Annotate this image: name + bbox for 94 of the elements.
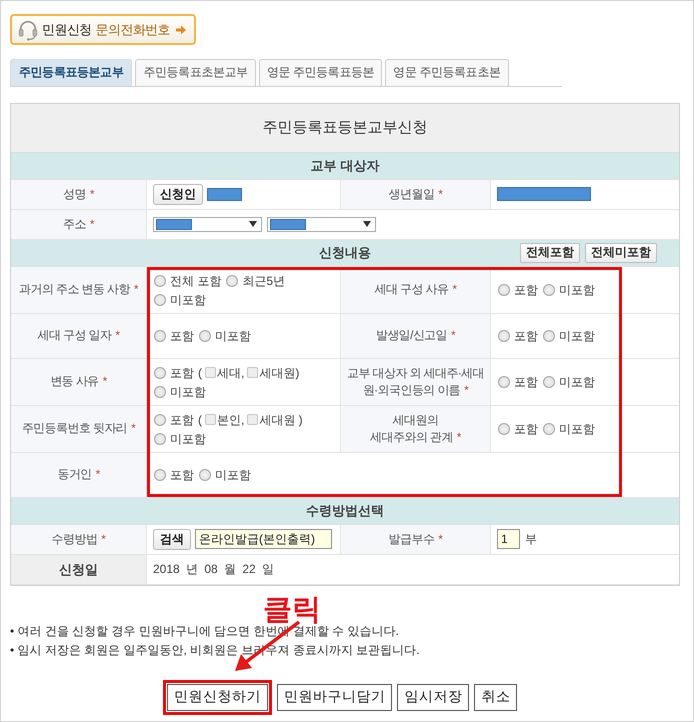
- field-label: 수령방법 *: [52, 530, 106, 548]
- radio-button[interactable]: [498, 423, 510, 435]
- radio-option[interactable]: 포함: [154, 364, 194, 382]
- field-label: 세대원의 세대주와의 관계 *: [370, 412, 461, 446]
- checkbox-option[interactable]: 세대,: [205, 364, 244, 382]
- field-label: 과거의 주소 변동 사항 *: [19, 281, 138, 298]
- action-button[interactable]: 취소: [474, 684, 518, 710]
- radio-option[interactable]: 포함: [154, 327, 194, 345]
- checkbox[interactable]: [247, 414, 258, 425]
- field-label: 신청일: [59, 560, 98, 578]
- radio-button[interactable]: [199, 330, 211, 342]
- radio-button[interactable]: [543, 376, 555, 388]
- radio-option[interactable]: 미포함: [199, 466, 251, 484]
- radio-button[interactable]: [154, 330, 166, 342]
- bracket-text: (: [198, 412, 202, 428]
- tab[interactable]: 영문 주민등록표등본: [258, 58, 382, 86]
- dropdown[interactable]: [267, 216, 376, 232]
- dropdown[interactable]: [153, 216, 262, 232]
- field-label: 변동 사유 *: [50, 373, 107, 390]
- section-title: 신청내용: [319, 244, 371, 262]
- search-button[interactable]: 검색: [153, 528, 191, 550]
- action-button[interactable]: 임시저장: [397, 684, 470, 710]
- copies-field[interactable]: 1: [497, 529, 520, 549]
- tab[interactable]: 주민등록표초본교부: [135, 58, 256, 86]
- radio-option[interactable]: 포함: [154, 466, 194, 484]
- arrow-right-icon: [176, 24, 186, 34]
- field-label: 교부 대상자 외 세대주·세대 원·외국인등의 이름 *: [347, 364, 484, 398]
- bracket-text: (: [198, 364, 202, 382]
- radio-option[interactable]: 미포함: [543, 373, 595, 391]
- field-label: 성명 *: [63, 186, 94, 202]
- radio-button[interactable]: [199, 469, 211, 481]
- radio-button[interactable]: [154, 469, 166, 481]
- checkbox[interactable]: [247, 367, 258, 378]
- field-label: 주소 *: [63, 216, 94, 232]
- unit-text: 부: [525, 530, 537, 548]
- radio-button[interactable]: [543, 330, 555, 342]
- method-field[interactable]: 온라인발급(본인출력): [195, 529, 332, 549]
- checkbox[interactable]: [205, 414, 216, 425]
- tab[interactable]: 영문 주민등록표초본: [385, 58, 508, 86]
- radio-option[interactable]: 미포함: [154, 382, 206, 400]
- radio-button[interactable]: [154, 386, 166, 398]
- action-button[interactable]: 민원바구니담기: [276, 684, 392, 710]
- radio-option[interactable]: 미포함: [199, 327, 251, 345]
- radio-option[interactable]: 미포함: [543, 420, 595, 438]
- radio-button[interactable]: [498, 284, 510, 296]
- caret-icon: [249, 221, 257, 227]
- radio-button[interactable]: [543, 423, 555, 435]
- radio-button[interactable]: [543, 284, 555, 296]
- radio-button[interactable]: [154, 414, 166, 426]
- checkbox-option[interactable]: 본인,: [205, 410, 244, 428]
- radio-button[interactable]: [498, 376, 510, 388]
- radio-option[interactable]: 전체 포함: [154, 272, 222, 290]
- redaction-block: [270, 218, 306, 230]
- radio-option[interactable]: 미포함: [154, 430, 206, 448]
- caret-icon: [363, 221, 371, 227]
- date-text: 2018 년 08 월 22 일: [153, 560, 274, 578]
- radio-button[interactable]: [226, 274, 238, 286]
- field-label: 세대 구성 사유 *: [374, 281, 456, 298]
- section-title: 수령방법선택: [306, 502, 384, 520]
- redaction-block: [156, 218, 192, 230]
- radio-option[interactable]: 포함: [498, 281, 538, 299]
- redaction-block: [207, 188, 242, 200]
- headset-icon: [17, 18, 39, 40]
- radio-option[interactable]: 미포함: [154, 290, 206, 308]
- checkbox-option[interactable]: 세대원): [247, 364, 300, 382]
- radio-button[interactable]: [154, 366, 166, 378]
- field-label: 동거인 *: [57, 466, 100, 483]
- radio-option[interactable]: 최근5년: [226, 272, 286, 290]
- action-button[interactable]: 민원신청하기: [166, 684, 268, 710]
- section-action-button[interactable]: 전체미포함: [585, 242, 657, 262]
- radio-button[interactable]: [154, 274, 166, 286]
- field-label: 주민등록번호 뒷자리 *: [22, 420, 136, 437]
- radio-button[interactable]: [498, 330, 510, 342]
- checkbox-option[interactable]: 세대원 ): [247, 410, 303, 428]
- radio-button[interactable]: [154, 294, 166, 306]
- radio-option[interactable]: 포함: [154, 410, 194, 428]
- field-label: 발급부수 *: [388, 530, 442, 548]
- checkbox[interactable]: [205, 367, 216, 378]
- field-label: 생년월일 *: [388, 186, 442, 202]
- radio-button[interactable]: [154, 432, 166, 444]
- radio-option[interactable]: 포함: [498, 327, 538, 345]
- applicant-button[interactable]: 신청인: [153, 184, 203, 204]
- form-title: 주민등록표등본교부신청: [11, 104, 679, 152]
- field-label: 발생일/신고일 *: [376, 327, 456, 344]
- radio-option[interactable]: 포함: [498, 373, 538, 391]
- help-phone-button[interactable]: 민원신청 문의전화번호: [10, 14, 196, 45]
- radio-option[interactable]: 포함: [498, 420, 538, 438]
- tab[interactable]: 주민등록표등본교부: [10, 58, 132, 86]
- field-label: 세대 구성 일자 *: [38, 327, 120, 344]
- section-title: 교부 대상자: [310, 156, 380, 174]
- radio-option[interactable]: 미포함: [543, 281, 595, 299]
- radio-option[interactable]: 미포함: [543, 327, 595, 345]
- section-action-button[interactable]: 전체포함: [520, 242, 580, 262]
- callout-text: 클릭: [263, 592, 321, 626]
